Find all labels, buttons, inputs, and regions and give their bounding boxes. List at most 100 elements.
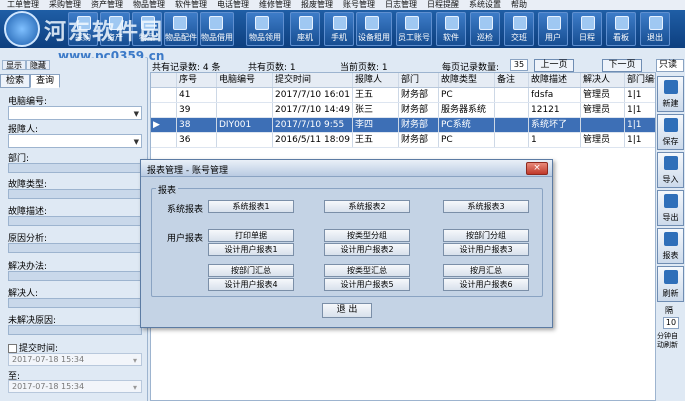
menu-item[interactable]: 软件管理 <box>170 0 212 10</box>
table-cell: 1|1 <box>625 88 655 102</box>
column-header[interactable]: 故障类型 <box>439 73 495 87</box>
toolbar-button-item-parts[interactable]: 物品配件 <box>164 12 198 46</box>
resolver-input[interactable] <box>8 298 142 308</box>
department-input[interactable] <box>8 163 142 173</box>
toolbar-button-inspection[interactable]: 巡检 <box>470 12 500 46</box>
report-button[interactable]: 报表 <box>657 228 684 264</box>
menu-item[interactable]: 维修管理 <box>254 0 296 10</box>
dialog-title: 报表管理 - 账号管理 <box>147 166 228 176</box>
summary-by-type-button[interactable]: 按类型汇总 <box>324 264 410 277</box>
toolbar-button-item-borrow[interactable]: 物品借用 <box>200 12 234 46</box>
dialog-titlebar[interactable]: 报表管理 - 账号管理 × <box>141 160 552 177</box>
computer-id-select[interactable]: ▼ <box>8 106 142 120</box>
toolbar-button-handover[interactable]: 交班 <box>504 12 534 46</box>
system-report-3-button[interactable]: 系统报表3 <box>443 200 529 213</box>
prev-page-button[interactable]: 上一页 <box>534 59 574 72</box>
next-page-button[interactable]: 下一页 <box>602 59 642 72</box>
table-cell <box>581 118 625 132</box>
menu-item[interactable]: 电话管理 <box>212 0 254 10</box>
new-button[interactable]: 新建 <box>657 76 684 112</box>
unresolved-input[interactable] <box>8 325 142 335</box>
summary-by-dept-button[interactable]: 按部门汇总 <box>208 264 294 277</box>
menu-item[interactable]: 日程提醒 <box>422 0 464 10</box>
menu-item[interactable]: 系统设置 <box>464 0 506 10</box>
import-button[interactable]: 导入 <box>657 152 684 188</box>
summary-by-month-button[interactable]: 按月汇总 <box>443 264 529 277</box>
column-header[interactable]: 解决人 <box>581 73 625 87</box>
design-user-report-5-button[interactable]: 设计用户报表5 <box>324 278 410 291</box>
menu-item[interactable]: 日志管理 <box>380 0 422 10</box>
board-icon <box>615 16 629 30</box>
system-report-2-button[interactable]: 系统报表2 <box>324 200 410 213</box>
toolbar-button-user[interactable]: 用户 <box>538 12 568 46</box>
show-tab[interactable]: 显示 <box>2 60 26 70</box>
tab-query[interactable]: 查询 <box>30 74 61 88</box>
close-button[interactable]: × <box>526 162 548 175</box>
column-header[interactable]: 故障描述 <box>529 73 581 87</box>
parts-icon <box>173 16 187 30</box>
refresh-interval-input[interactable]: 10 <box>663 317 679 329</box>
menu-item[interactable]: 工单管理 <box>2 0 44 10</box>
table-cell: 1 <box>529 133 581 147</box>
column-header[interactable]: 序号 <box>177 73 217 87</box>
date-from-input[interactable]: 2017-07-18 15:34 ▾ <box>8 353 142 366</box>
export-button[interactable]: 导出 <box>657 190 684 226</box>
column-header[interactable]: 电脑编号 <box>217 73 273 87</box>
design-user-report-1-button[interactable]: 设计用户报表1 <box>208 243 294 256</box>
toolbar-button-staff-account[interactable]: 员工账号 <box>396 12 432 46</box>
design-user-report-3-button[interactable]: 设计用户报表3 <box>443 243 529 256</box>
menu-item[interactable]: 资产管理 <box>86 0 128 10</box>
toolbar-button-schedule[interactable]: 日程 <box>572 12 602 46</box>
toolbar-button-landline[interactable]: 座机 <box>290 12 320 46</box>
refresh-button[interactable]: 刷新 <box>657 266 684 302</box>
design-user-report-2-button[interactable]: 设计用户报表2 <box>324 243 410 256</box>
exit-button[interactable]: 退 出 <box>322 303 372 318</box>
menu-item[interactable]: 账号管理 <box>338 0 380 10</box>
toolbar-button-mobile[interactable]: 手机 <box>324 12 354 46</box>
menu-item[interactable]: 报废管理 <box>296 0 338 10</box>
system-report-1-button[interactable]: 系统报表1 <box>208 200 294 213</box>
calendar-dropdown-icon: ▾ <box>132 356 137 365</box>
mode-select[interactable]: 只读 <box>656 59 684 72</box>
export-icon <box>664 194 678 208</box>
action-sidebar: 新建 保存 导入 导出 报表 刷新 隔 10 分钟自动刷新 <box>656 72 685 401</box>
table-row[interactable]: 41 2017/7/10 16:01 王五 财务部 PC fdsfa 管理员 1… <box>151 88 655 103</box>
tab-search[interactable]: 检索 <box>0 74 31 88</box>
column-header[interactable]: 备注 <box>495 73 529 87</box>
table-header: 序号 电脑编号 提交时间 报障人 部门 故障类型 备注 故障描述 解决人 部门编… <box>151 73 655 88</box>
date-to-input[interactable]: 2017-07-18 15:34 ▾ <box>8 380 142 393</box>
design-user-report-6-button[interactable]: 设计用户报表6 <box>443 278 529 291</box>
column-header[interactable]: 提交时间 <box>273 73 353 87</box>
solution-input[interactable] <box>8 271 142 281</box>
column-header[interactable]: 报障人 <box>353 73 399 87</box>
refresh-interval-suffix: 分钟自动刷新 <box>657 332 678 349</box>
toolbar-button-exit[interactable]: 退出 <box>640 12 670 46</box>
table-row[interactable]: 36 2016/5/11 18:09 王五 财务部 PC 1 管理员 1|1 <box>151 133 655 148</box>
save-button[interactable]: 保存 <box>657 114 684 150</box>
cause-input[interactable] <box>8 243 142 253</box>
column-header[interactable]: 部门编号 <box>625 73 655 87</box>
table-cell: 财务部 <box>399 133 439 147</box>
table-row-selected[interactable]: ▶ 38 DIY001 2017/7/10 9:55 李四 财务部 PC系统 系… <box>151 118 655 133</box>
design-user-report-4-button[interactable]: 设计用户报表4 <box>208 278 294 291</box>
search-tabs: 检索 查询 <box>0 74 61 88</box>
group-by-type-button[interactable]: 按类型分组 <box>324 229 410 242</box>
toolbar-button-rental[interactable]: 设备租用 <box>356 12 392 46</box>
per-page-input[interactable]: 35 <box>510 59 528 71</box>
toolbar-button-board[interactable]: 看板 <box>606 12 636 46</box>
column-header[interactable]: 部门 <box>399 73 439 87</box>
toolbar-button-item-receive[interactable]: 物品领用 <box>246 12 284 46</box>
menu-item[interactable]: 采购管理 <box>44 0 86 10</box>
menu-item[interactable]: 帮助 <box>506 0 532 10</box>
menu-item[interactable]: 物品管理 <box>128 0 170 10</box>
print-document-button[interactable]: 打印单据 <box>208 229 294 242</box>
reporter-select[interactable]: ▼ <box>8 134 142 148</box>
fault-desc-input[interactable] <box>8 216 142 226</box>
group-by-dept-button[interactable]: 按部门分组 <box>443 229 529 242</box>
hide-tab[interactable]: 隐藏 <box>26 60 50 70</box>
toolbar-button-software[interactable]: 软件 <box>436 12 466 46</box>
fault-type-input[interactable] <box>8 189 142 199</box>
table-cell: PC <box>439 133 495 147</box>
table-cell: PC系统 <box>439 118 495 132</box>
table-row[interactable]: 39 2017/7/10 14:49 张三 财务部 服务器系统 12121 管理… <box>151 103 655 118</box>
